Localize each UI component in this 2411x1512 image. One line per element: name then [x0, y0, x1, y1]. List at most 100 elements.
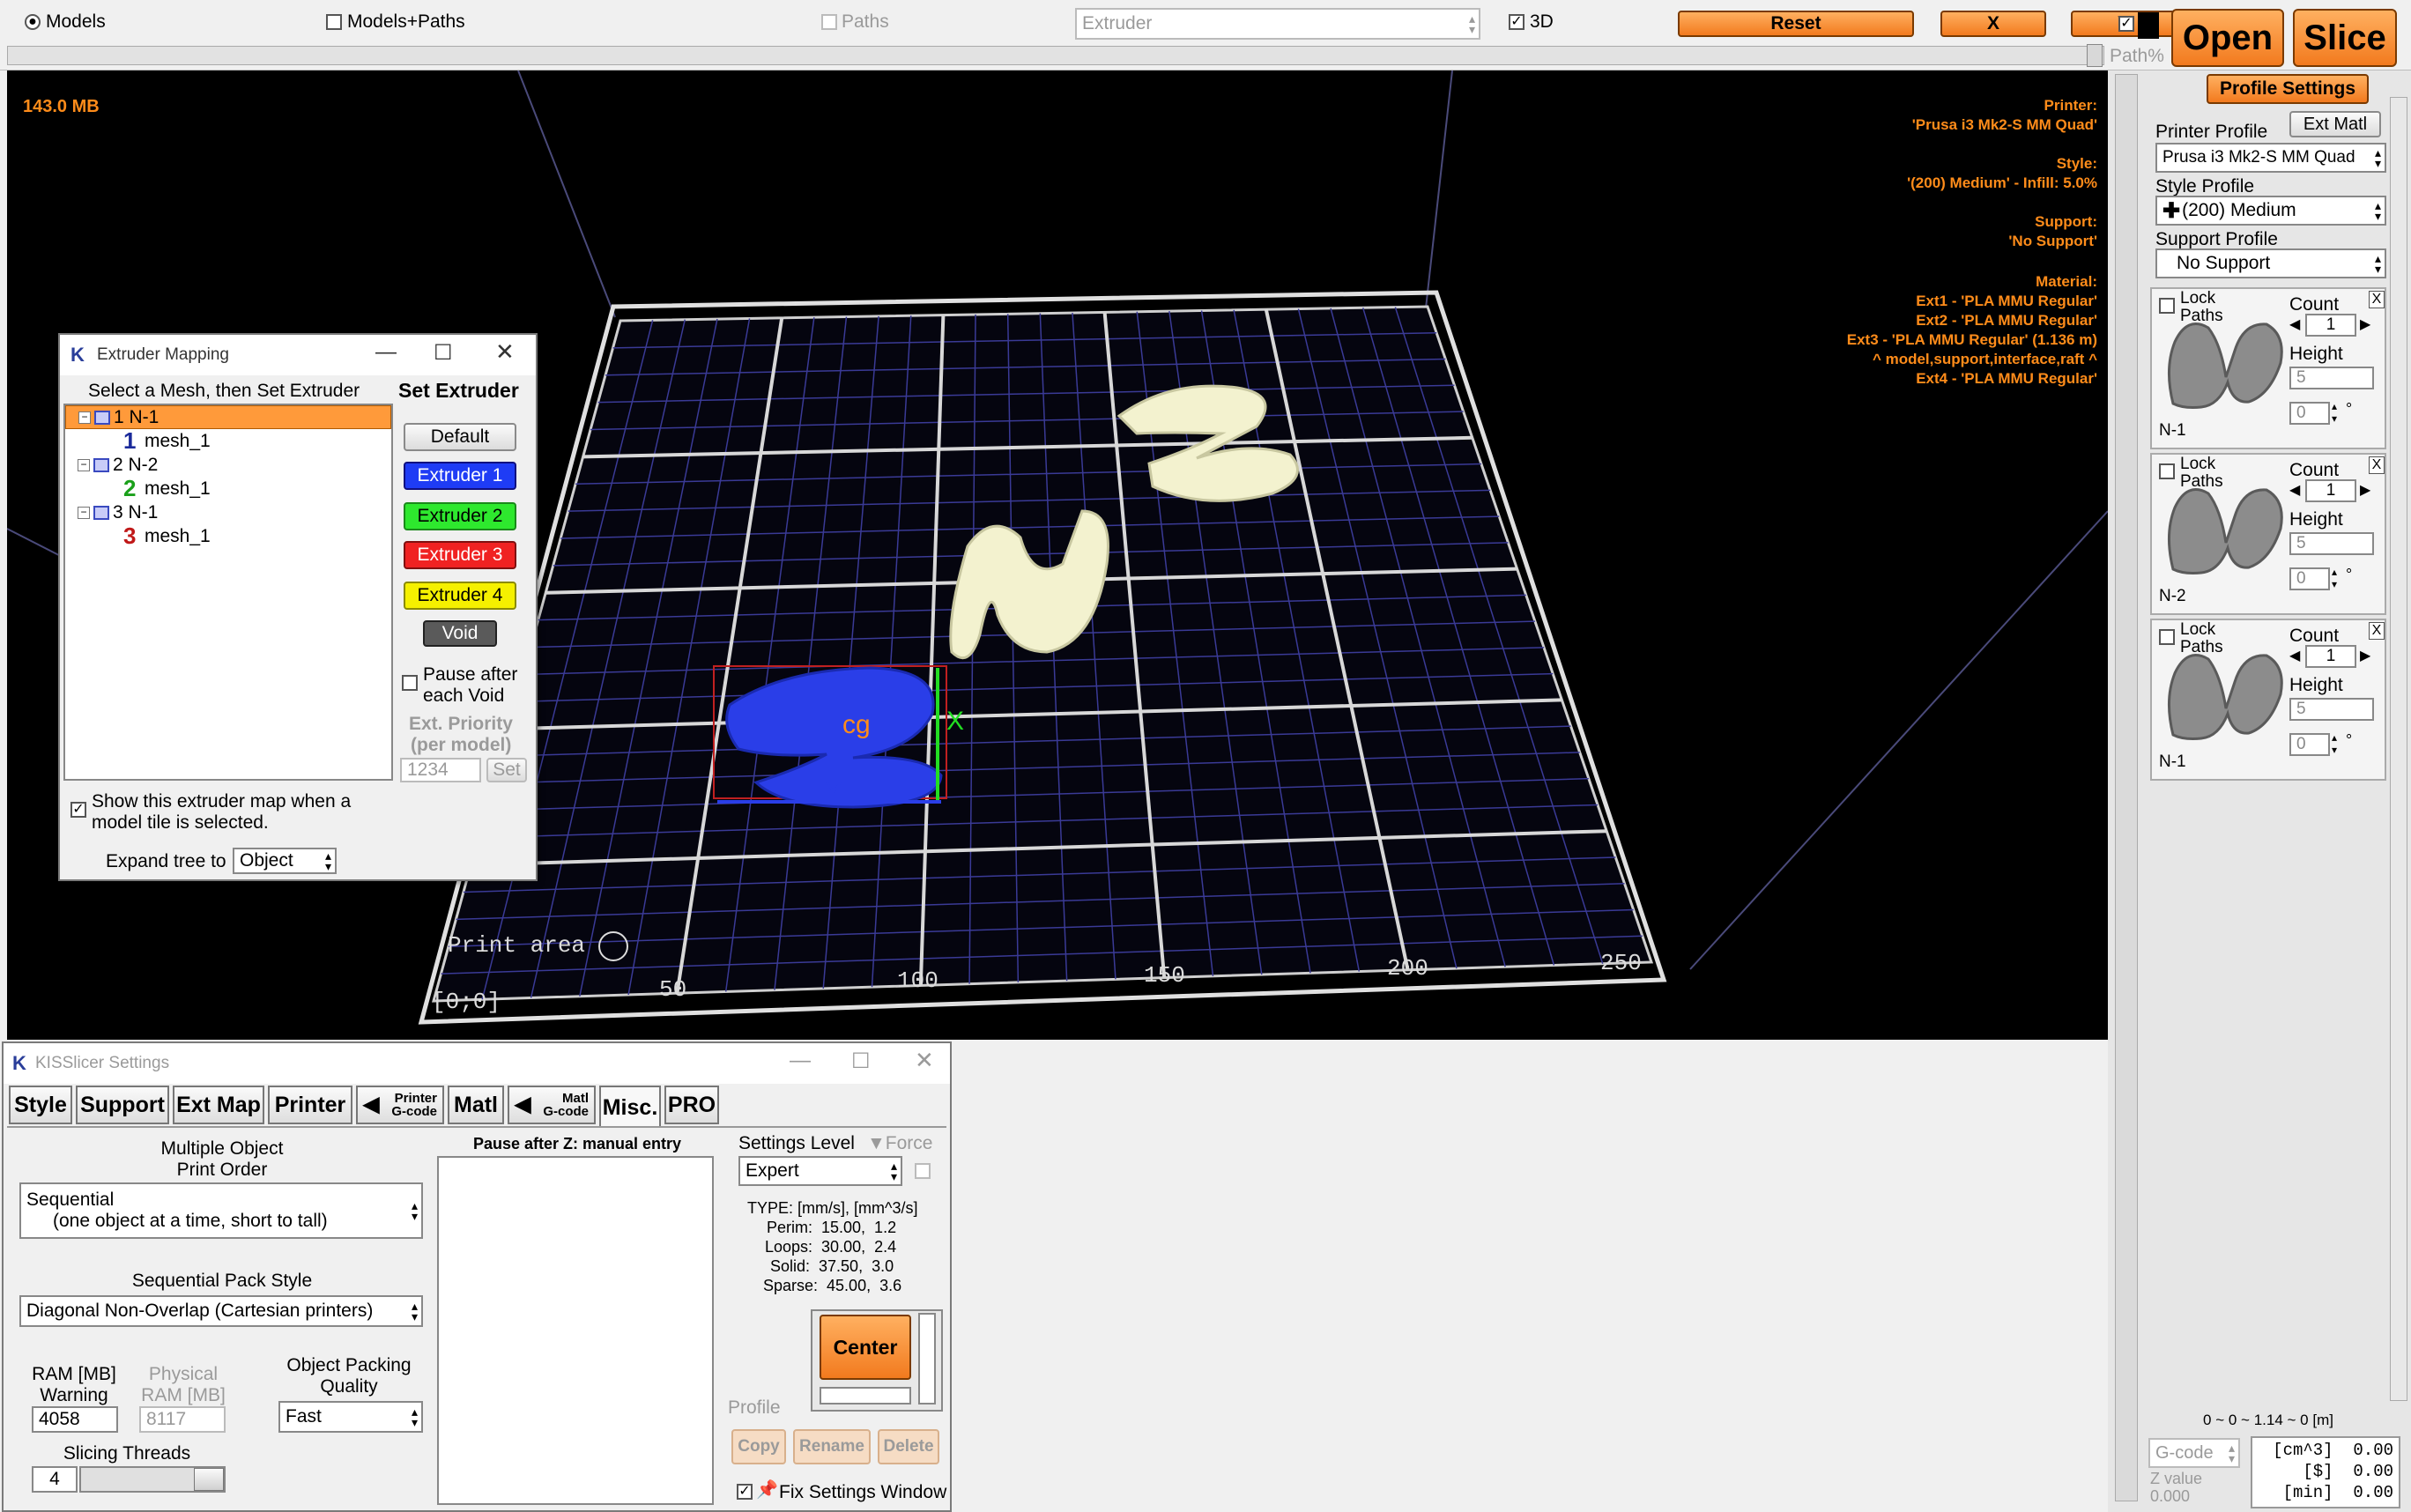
- slice-button[interactable]: Slice: [2293, 9, 2397, 67]
- rotation-input[interactable]: 0: [2289, 402, 2330, 425]
- remove-tile-icon[interactable]: X: [2369, 622, 2385, 640]
- spin-arrows-icon[interactable]: ▴ ▾: [2332, 400, 2337, 425]
- count-input[interactable]: 1: [2305, 314, 2356, 337]
- pause-void-checkbox[interactable]: [402, 675, 418, 691]
- delete-button[interactable]: Delete: [878, 1429, 939, 1464]
- tree-node-model[interactable]: − 1 N-1: [65, 405, 391, 429]
- pack-style-select[interactable]: Diagonal Non-Overlap (Cartesian printers…: [19, 1295, 423, 1327]
- x-button[interactable]: X: [1940, 11, 2046, 37]
- remove-tile-icon[interactable]: X: [2369, 456, 2385, 474]
- pause-z-textarea[interactable]: [437, 1156, 714, 1505]
- remove-tile-icon[interactable]: X: [2369, 291, 2385, 308]
- models-radio[interactable]: ●: [25, 14, 41, 30]
- style-profile-select[interactable]: ✚ (200) Medium ▴ ▾: [2155, 196, 2386, 226]
- packing-quality-select[interactable]: Fast ▴ ▾: [278, 1401, 423, 1433]
- maximize-icon[interactable]: ☐: [434, 340, 453, 366]
- lock-label: Lock: [2180, 289, 2216, 308]
- tab-matl[interactable]: Matl: [448, 1086, 504, 1124]
- support-profile-select[interactable]: No Support ▴ ▾: [2155, 248, 2386, 278]
- print-order-select[interactable]: Sequential (one object at a time, short …: [19, 1182, 423, 1239]
- void-button[interactable]: Void: [423, 620, 497, 647]
- height-input[interactable]: 5: [2289, 698, 2374, 721]
- tree-node-mesh[interactable]: 1 mesh_1: [65, 427, 391, 454]
- 3d-checkbox[interactable]: ✓: [1509, 14, 1524, 30]
- models-paths-checkbox[interactable]: [326, 14, 342, 30]
- model-tile[interactable]: Lock Paths N-1 Count X ◀ 1 ▶ Height 5 0 ▴ ▾ °: [2150, 619, 2386, 781]
- mesh-tree[interactable]: − 1 N-1 1 mesh_1 − 2 N-2 2 mesh_1 − 3 N-1 3 mesh_1: [63, 404, 393, 781]
- settings-level-select[interactable]: Expert ▴ ▾: [738, 1156, 902, 1186]
- tab-printer-gcode-line1: Printer: [394, 1091, 437, 1106]
- tab-style[interactable]: Style: [9, 1086, 72, 1124]
- count-decrement-icon[interactable]: ◀: [2289, 315, 2300, 333]
- multi-order-line1: Multiple Object: [160, 1138, 284, 1159]
- spin-arrows-icon[interactable]: ▴ ▾: [2332, 566, 2337, 590]
- threads-slider-thumb[interactable]: [194, 1468, 224, 1491]
- close-icon[interactable]: ✕: [495, 338, 515, 366]
- height-input[interactable]: 5: [2289, 532, 2374, 555]
- tree-node-mesh[interactable]: 3 mesh_1: [65, 523, 391, 549]
- count-decrement-icon[interactable]: ◀: [2289, 481, 2300, 499]
- expand-select[interactable]: Object ▴ ▾: [233, 848, 337, 874]
- tree-node-model[interactable]: − 2 N-2: [65, 453, 391, 477]
- printer-profile-select[interactable]: Prusa i3 Mk2-S MM Quad ▴ ▾: [2155, 143, 2386, 173]
- height-input[interactable]: 5: [2289, 367, 2374, 389]
- default-button[interactable]: Default: [404, 423, 516, 451]
- tab-printer[interactable]: Printer: [268, 1086, 352, 1124]
- tree-toggle-icon[interactable]: −: [78, 506, 90, 519]
- ext-matl-button[interactable]: Ext Matl: [2289, 111, 2381, 137]
- path-slider[interactable]: [7, 46, 2104, 65]
- tab-printer-gcode[interactable]: Printer G-code ◀: [356, 1086, 444, 1124]
- tab-ext-map[interactable]: Ext Map: [173, 1086, 264, 1124]
- count-increment-icon[interactable]: ▶: [2360, 315, 2370, 333]
- copy-button[interactable]: Copy: [731, 1429, 786, 1464]
- tree-toggle-icon[interactable]: −: [78, 458, 90, 471]
- priority-input[interactable]: 1234: [400, 758, 481, 782]
- count-increment-icon[interactable]: ▶: [2360, 647, 2370, 664]
- count-decrement-icon[interactable]: ◀: [2289, 647, 2300, 664]
- extruder-3-button[interactable]: Extruder 3: [404, 541, 516, 569]
- profile-settings-button[interactable]: Profile Settings: [2207, 74, 2369, 104]
- maximize-icon[interactable]: ☐: [851, 1049, 871, 1074]
- threads-input[interactable]: 4: [32, 1466, 78, 1493]
- minimize-icon[interactable]: —: [375, 340, 397, 365]
- center-v-slider[interactable]: [918, 1313, 936, 1405]
- fix-settings-checkbox[interactable]: ✓: [737, 1484, 753, 1500]
- force-checkbox[interactable]: [915, 1163, 931, 1179]
- tab-support[interactable]: Support: [76, 1086, 169, 1124]
- right-scrollbar[interactable]: [2115, 74, 2138, 1501]
- center-h-slider[interactable]: [820, 1387, 911, 1405]
- count-input[interactable]: 1: [2305, 645, 2356, 668]
- show-map-checkbox[interactable]: ✓: [70, 802, 86, 818]
- view-checkbox[interactable]: ✓: [2118, 16, 2134, 32]
- count-increment-icon[interactable]: ▶: [2360, 481, 2370, 499]
- tab-misc[interactable]: Misc.: [599, 1086, 661, 1128]
- extruder-2-button[interactable]: Extruder 2: [404, 502, 516, 530]
- path-slider-thumb[interactable]: [2087, 44, 2103, 67]
- center-button[interactable]: Center: [820, 1315, 911, 1380]
- right-scrollbar-2[interactable]: [2390, 97, 2407, 1401]
- open-button[interactable]: Open: [2171, 9, 2284, 67]
- tree-node-model[interactable]: − 3 N-1: [65, 500, 391, 524]
- paths-checkbox[interactable]: [821, 14, 837, 30]
- model-tile[interactable]: Lock Paths N-1 Count X ◀ 1 ▶ Height 5 0 ▴ ▾ °: [2150, 287, 2386, 449]
- rotation-input[interactable]: 0: [2289, 733, 2330, 756]
- extruder-select[interactable]: Extruder ▴ ▾: [1075, 8, 1480, 40]
- spin-arrows-icon[interactable]: ▴ ▾: [2332, 731, 2337, 756]
- rename-button[interactable]: Rename: [793, 1429, 871, 1464]
- extruder-4-button[interactable]: Extruder 4: [404, 582, 516, 610]
- reset-button[interactable]: Reset: [1678, 11, 1914, 37]
- z-value: 0.000: [2150, 1487, 2191, 1505]
- close-icon[interactable]: ✕: [915, 1047, 934, 1074]
- tab-pro[interactable]: PRO: [664, 1086, 719, 1124]
- tree-toggle-icon[interactable]: −: [78, 411, 91, 424]
- minimize-icon[interactable]: —: [790, 1049, 811, 1073]
- count-input[interactable]: 1: [2305, 479, 2356, 502]
- model-tile[interactable]: Lock Paths N-2 Count X ◀ 1 ▶ Height 5 0 ▴ ▾ °: [2150, 453, 2386, 615]
- extruder-1-button[interactable]: Extruder 1: [404, 462, 516, 490]
- priority-set-button[interactable]: Set: [486, 758, 527, 782]
- ram-warning-input[interactable]: 4058: [32, 1406, 118, 1433]
- tree-node-mesh[interactable]: 2 mesh_1: [65, 475, 391, 501]
- tab-matl-gcode[interactable]: Matl G-code ◀: [508, 1086, 596, 1124]
- gcode-select[interactable]: G-code ▴ ▾: [2148, 1438, 2240, 1468]
- rotation-input[interactable]: 0: [2289, 567, 2330, 590]
